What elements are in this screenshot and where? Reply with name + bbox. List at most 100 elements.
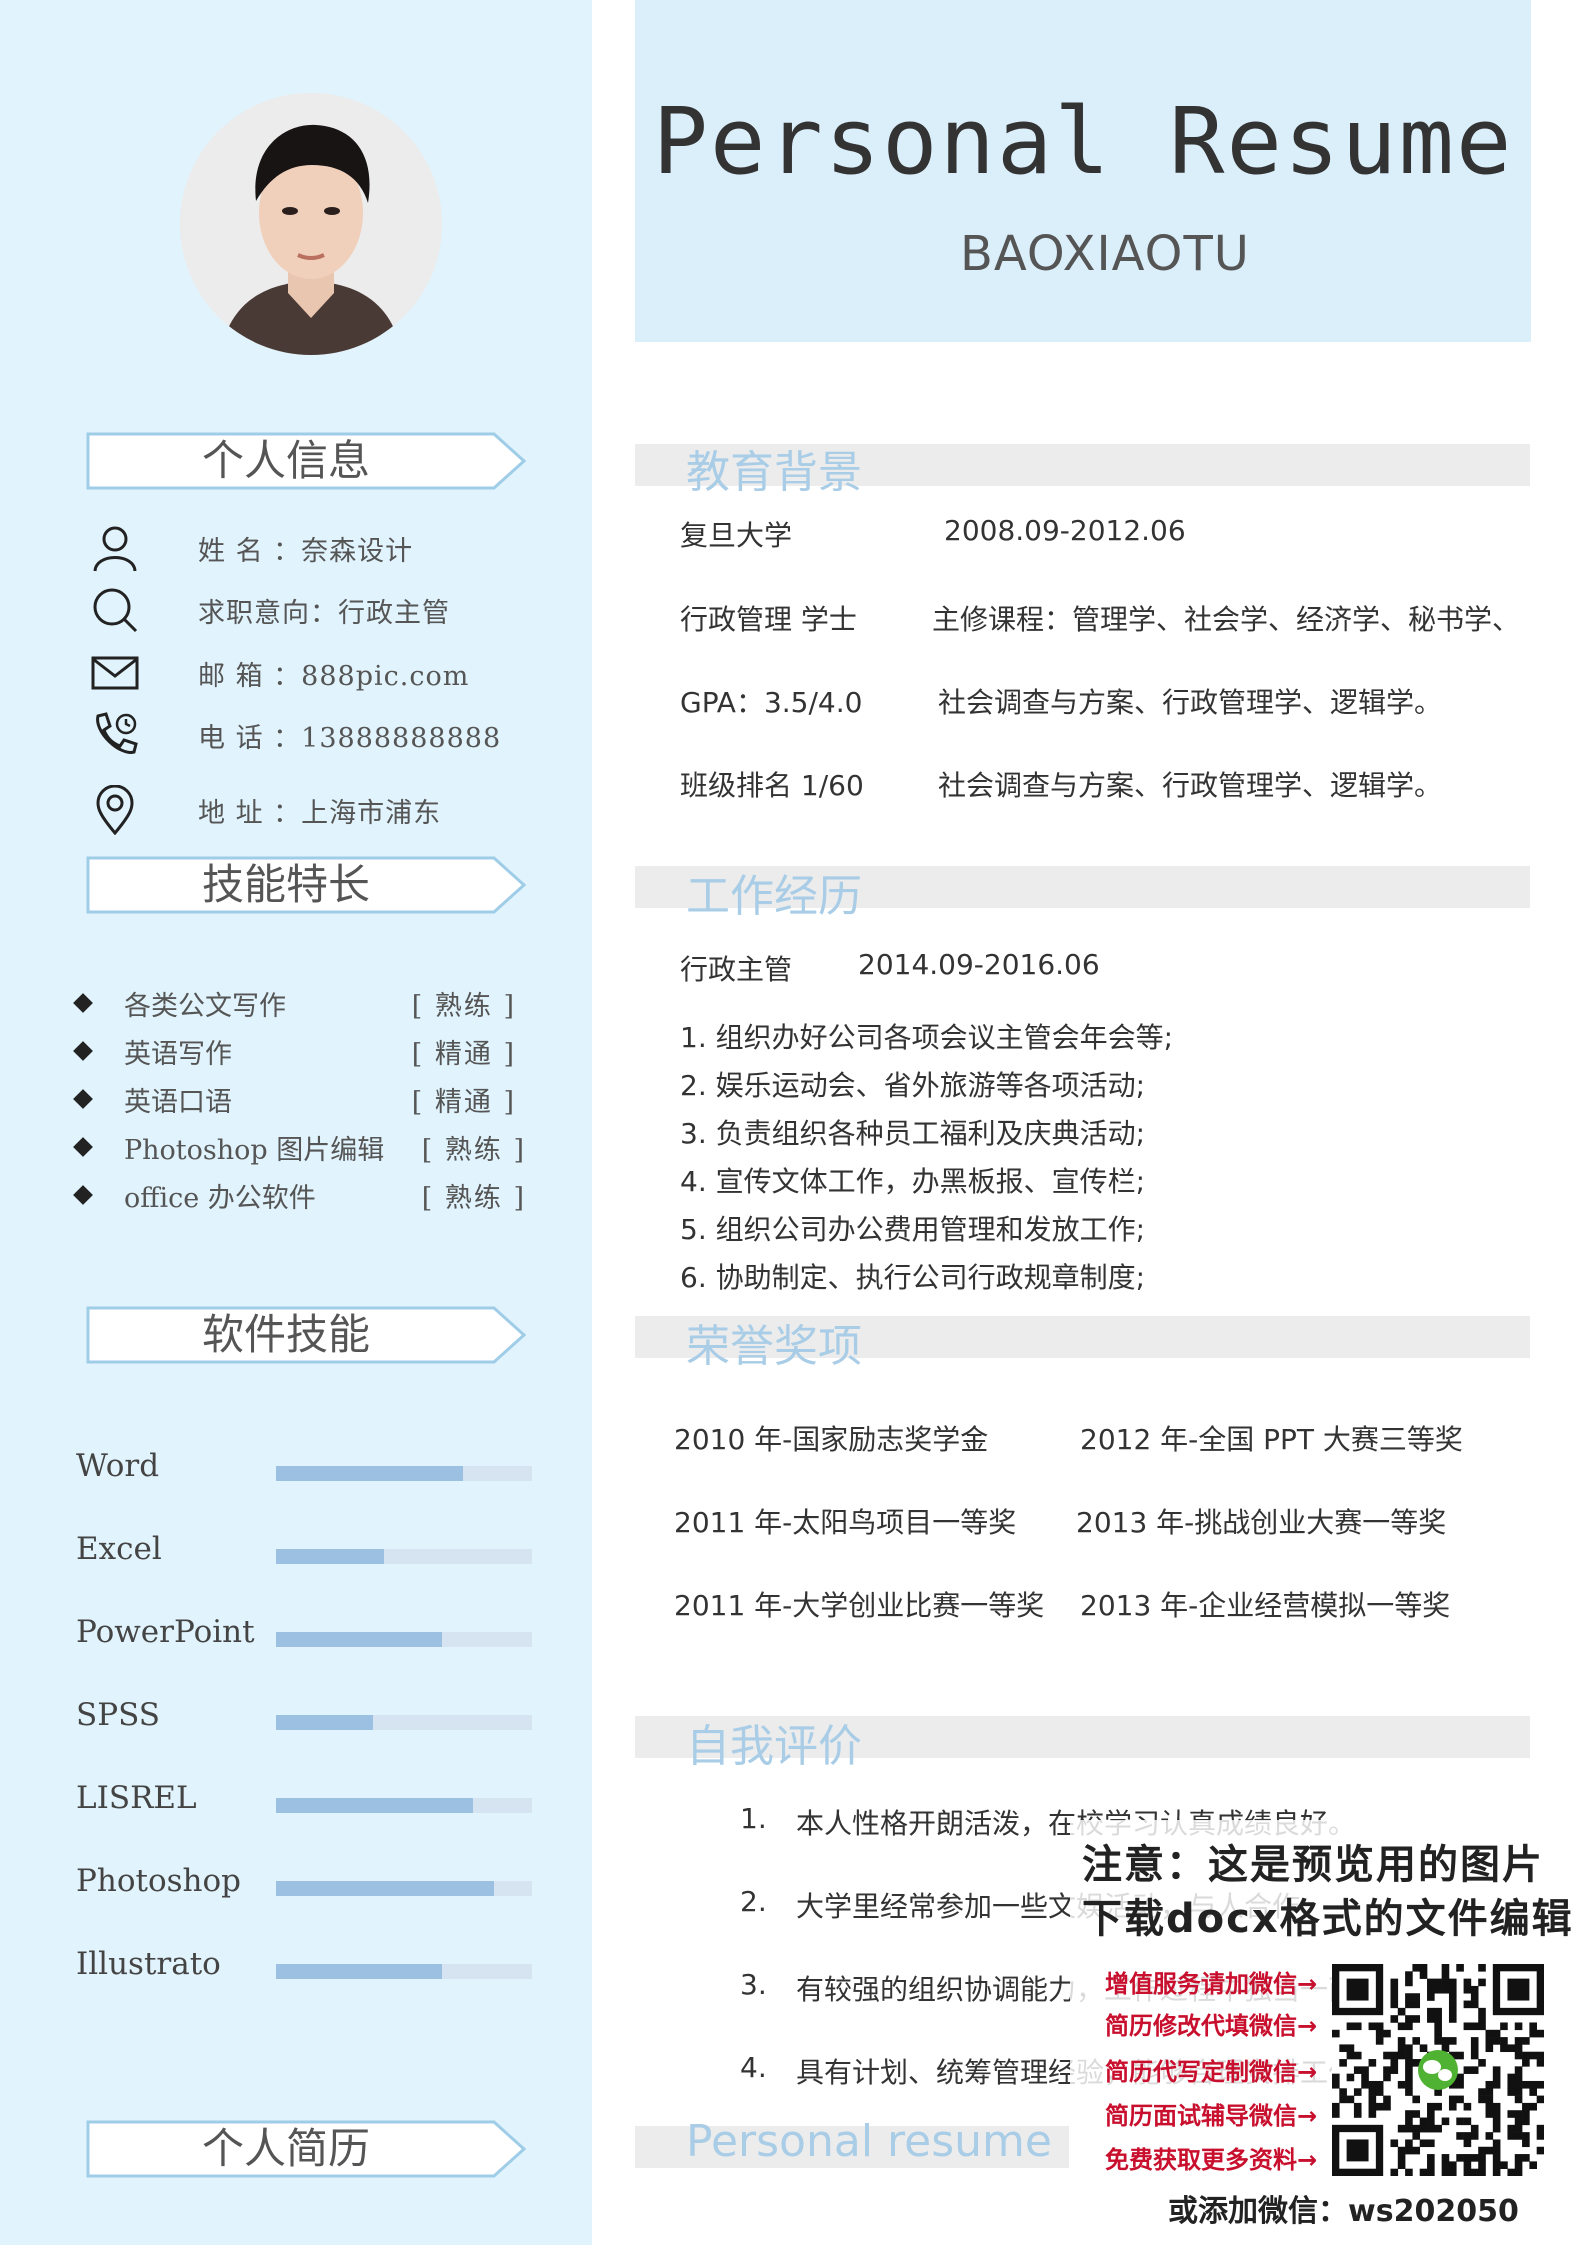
info-name: 姓 名 ：奈森设计 xyxy=(198,536,414,567)
self-num: 4. xyxy=(740,2051,767,2084)
software-skill-bar-fill xyxy=(276,1632,443,1647)
software-skill-bar xyxy=(276,1632,532,1647)
software-heading: 软件技能 xyxy=(86,1306,526,1364)
edu-courses-3: 社会调查与方案、行政管理学、逻辑学。 xyxy=(938,769,1443,802)
work-duty: 6. 协助制定、执行公司行政规章制度; xyxy=(680,1261,1146,1294)
edu-gpa: GPA：3.5/4.0 xyxy=(680,686,863,719)
watermark-link[interactable]: 简历修改代填微信→ xyxy=(1105,2006,1317,2041)
software-skill-bar xyxy=(276,1466,532,1481)
honor-item: 2011 年-大学创业比赛一等奖 xyxy=(674,1589,1045,1622)
info-phone-row: 电 话 ：13888888888 xyxy=(90,710,570,760)
info-phone: 电 话 ：13888888888 xyxy=(198,723,502,754)
info-objective: 求职意向：行政主管 xyxy=(198,598,450,629)
qr-code[interactable] xyxy=(1332,1964,1545,2177)
work-duty: 2. 娱乐运动会、省外旅游等各项活动; xyxy=(680,1069,1146,1102)
skill-name: 各类公文写作 xyxy=(124,991,286,1022)
skill-name: Photoshop 图片编辑 xyxy=(124,1135,385,1166)
bullet-diamond-icon xyxy=(73,1089,93,1109)
software-skill-row: Word xyxy=(76,1448,536,1488)
software-skill-row: Excel xyxy=(76,1531,536,1571)
honor-item: 2012 年-全国 PPT 大赛三等奖 xyxy=(1080,1423,1463,1456)
software-skill-bar-fill xyxy=(276,1964,443,1979)
bullet-diamond-icon xyxy=(73,993,93,1013)
software-skill-name: SPSS xyxy=(76,1697,161,1733)
software-skill-name: LISREL xyxy=(76,1780,197,1816)
work-duty: 4. 宣传文体工作，办黑板报、宣传栏; xyxy=(680,1165,1146,1198)
resume-name: BAOXIAOTU xyxy=(960,226,1250,282)
title-banner: Personal Resume BAOXIAOTU xyxy=(635,0,1531,342)
software-skill-bar xyxy=(276,1881,532,1896)
skill-level: [ 精通 ] xyxy=(411,1087,516,1118)
info-address: 地 址 ：上海市浦东 xyxy=(198,798,442,829)
skill-name: 英语写作 xyxy=(124,1039,232,1070)
info-objective-row: 求职意向：行政主管 xyxy=(90,585,570,635)
work-duty: 1. 组织办好公司各项会议主管会年会等; xyxy=(680,1021,1174,1054)
software-skill-bar-fill xyxy=(276,1549,384,1564)
info-address-row: 地 址 ：上海市浦东 xyxy=(90,785,570,835)
software-skill-bar-fill xyxy=(276,1798,474,1813)
edu-degree: 行政管理 学士 xyxy=(680,603,857,636)
avatar xyxy=(180,93,442,355)
watermark-line-2: 下载docx格式的文件编辑 xyxy=(1082,1896,1574,1942)
honor-item: 2010 年-国家励志奖学金 xyxy=(674,1423,989,1456)
software-skill-name: Excel xyxy=(76,1531,162,1567)
edu-school: 复旦大学 xyxy=(680,519,793,552)
location-icon xyxy=(96,785,134,835)
user-icon xyxy=(93,526,137,572)
skill-item: Photoshop 图片编辑 [ 熟练 ] xyxy=(72,1128,552,1168)
mail-icon xyxy=(91,656,139,690)
self-heading: 自我评价 xyxy=(686,1721,862,1772)
self-num: 3. xyxy=(740,1968,767,2001)
software-skill-bar xyxy=(276,1964,532,1979)
software-skill-row: SPSS xyxy=(76,1697,536,1737)
work-heading: 工作经历 xyxy=(686,871,862,922)
software-skill-name: Photoshop xyxy=(76,1863,241,1899)
software-skill-bar-fill xyxy=(276,1466,463,1481)
software-skill-bar xyxy=(276,1715,532,1730)
skill-item: 各类公文写作 [ 熟练 ] xyxy=(72,984,552,1024)
skill-item: 英语写作 [ 精通 ] xyxy=(72,1032,552,1072)
personal-info-heading-label: 个人信息 xyxy=(201,436,370,485)
resume-title: Personal Resume xyxy=(652,88,1514,195)
work-period: 2014.09-2016.06 xyxy=(858,948,1100,981)
skills-heading-label: 技能特长 xyxy=(201,860,370,909)
personal-info-heading: 个人信息 xyxy=(86,432,526,490)
info-email-row: 邮 箱 ：888pic.com xyxy=(90,648,570,698)
profile-heading-label: 个人简历 xyxy=(201,2124,370,2173)
work-position: 行政主管 xyxy=(680,953,793,986)
bullet-diamond-icon xyxy=(73,1041,93,1061)
info-name-row: 姓 名 ：奈森设计 xyxy=(90,523,570,573)
self-num: 1. xyxy=(740,1802,767,1835)
software-skill-name: Word xyxy=(76,1448,160,1484)
edu-courses-1: 主修课程：管理学、社会学、经济学、秘书学、 xyxy=(932,603,1521,636)
watermark-link[interactable]: 简历面试辅导微信→ xyxy=(1105,2096,1317,2131)
honor-item: 2011 年-太阳鸟项目一等奖 xyxy=(674,1506,1017,1539)
search-icon xyxy=(93,588,138,633)
honor-item: 2013 年-企业经营模拟一等奖 xyxy=(1080,1589,1451,1622)
skill-level: [ 熟练 ] xyxy=(411,991,516,1022)
skills-heading: 技能特长 xyxy=(86,856,526,914)
skill-level: [ 熟练 ] xyxy=(421,1183,526,1214)
education-heading: 教育背景 xyxy=(686,447,862,498)
software-skill-name: Illustrato xyxy=(76,1946,221,1982)
skill-name: 英语口语 xyxy=(124,1087,232,1118)
qr-code-image xyxy=(1332,1964,1545,2177)
software-skill-bar-fill xyxy=(276,1715,374,1730)
software-heading-label: 软件技能 xyxy=(201,1310,370,1359)
software-skill-row: PowerPoint xyxy=(76,1614,536,1654)
phone-icon xyxy=(96,712,138,754)
self-num: 2. xyxy=(740,1885,767,1918)
skill-item: office 办公软件 [ 熟练 ] xyxy=(72,1176,552,1216)
watermark-link[interactable]: 增值服务请加微信→ xyxy=(1105,1964,1317,1999)
info-email: 邮 箱 ：888pic.com xyxy=(198,661,470,692)
skill-level: [ 精通 ] xyxy=(411,1039,516,1070)
skill-name: office 办公软件 xyxy=(124,1183,316,1214)
work-duty: 5. 组织公司办公费用管理和发放工作; xyxy=(680,1213,1146,1246)
honor-item: 2013 年-挑战创业大赛一等奖 xyxy=(1076,1506,1447,1539)
watermark-link[interactable]: 免费获取更多资料→ xyxy=(1105,2140,1317,2175)
software-skill-row: Illustrato xyxy=(76,1946,536,1986)
footer-heading: Personal resume xyxy=(686,2116,1052,2167)
software-skill-row: Photoshop xyxy=(76,1863,536,1903)
watermark-link[interactable]: 简历代写定制微信→ xyxy=(1105,2052,1317,2087)
bullet-diamond-icon xyxy=(73,1185,93,1205)
